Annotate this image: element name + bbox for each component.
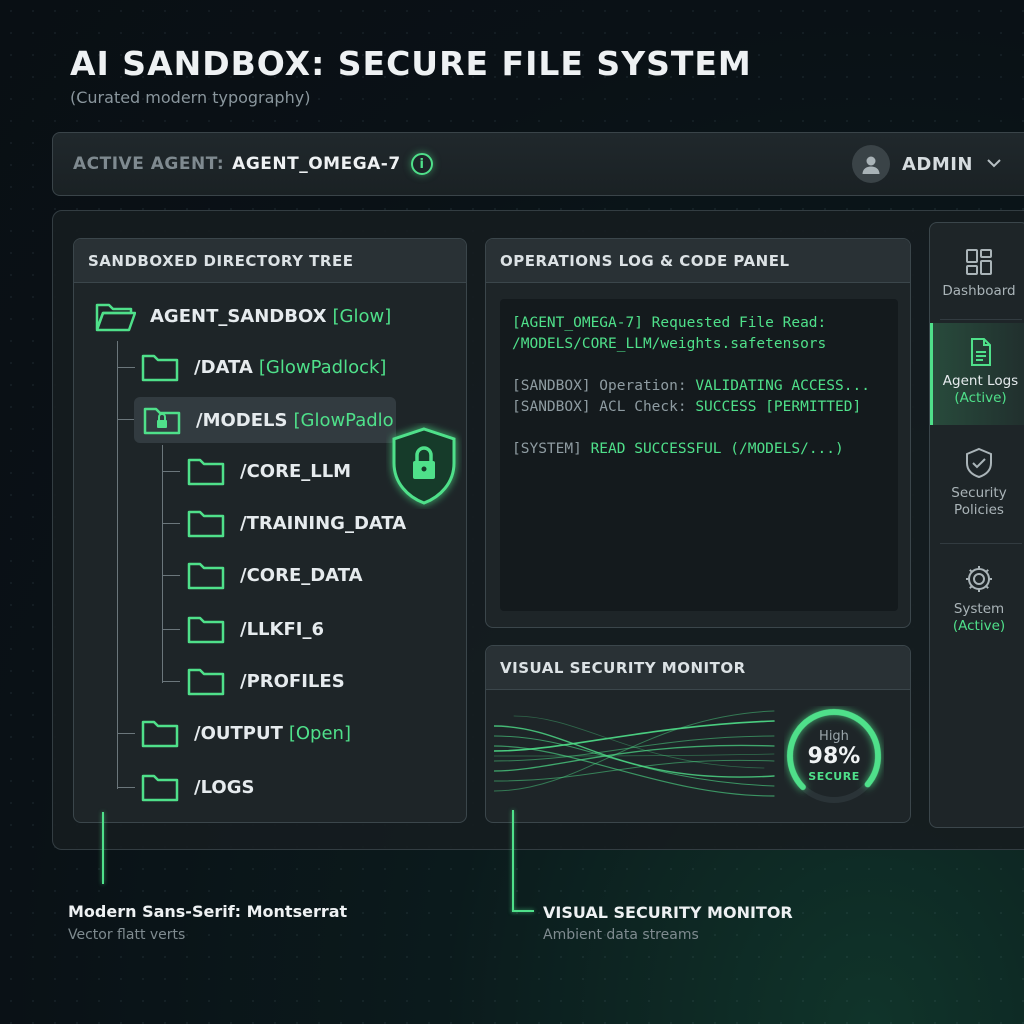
tree-item-profiles[interactable]: /PROFILES bbox=[186, 665, 345, 697]
operations-log-title: OPERATIONS LOG & CODE PANEL bbox=[486, 239, 910, 283]
shield-lock-icon bbox=[392, 427, 456, 505]
security-gauge: High 98% SECURE bbox=[784, 706, 884, 806]
document-icon bbox=[970, 338, 991, 366]
folder-icon bbox=[141, 774, 179, 802]
gauge-value: 98% bbox=[807, 744, 861, 769]
directory-tree: AGENT_SANDBOX [Glow] /DATA [GlowPadlock]… bbox=[74, 283, 466, 822]
tree-item-label: /TRAINING_DATA bbox=[240, 512, 407, 534]
nav-item-dashboard[interactable]: Dashboard bbox=[930, 247, 1024, 300]
folder-icon bbox=[187, 668, 225, 696]
tree-connector bbox=[117, 367, 135, 368]
nav-item-security-policies[interactable]: Security Policies bbox=[930, 447, 1024, 519]
user-menu[interactable]: ADMIN bbox=[851, 145, 1001, 183]
callout-left-title: Modern Sans-Serif: Montserrat bbox=[68, 902, 348, 921]
tree-connector bbox=[162, 523, 180, 524]
gauge-status: SECURE bbox=[808, 770, 860, 783]
page-title: AI SANDBOX: SECURE FILE SYSTEM bbox=[70, 44, 752, 83]
folder-icon bbox=[141, 720, 179, 748]
security-monitor-panel: VISUAL SECURITY MONITOR High 98% SECURE bbox=[485, 645, 911, 823]
tree-connector bbox=[117, 787, 135, 788]
user-label[interactable]: ADMIN bbox=[902, 154, 973, 175]
callout-line-right-elbow bbox=[512, 910, 534, 912]
folder-icon bbox=[187, 562, 225, 590]
callout-right-subtitle: Ambient data streams bbox=[543, 927, 699, 943]
tree-item-logs[interactable]: /LOGS bbox=[140, 771, 254, 803]
callout-line-right bbox=[512, 810, 514, 912]
side-navigation: Dashboard Agent Logs (Active) Security P… bbox=[929, 222, 1024, 828]
tree-item-core-data[interactable]: /CORE_DATA bbox=[186, 559, 363, 591]
tree-connector bbox=[162, 471, 180, 472]
nav-item-label: Dashboard bbox=[942, 283, 1016, 299]
callout-left-subtitle: Vector flatt verts bbox=[68, 927, 186, 943]
log-line: [SANDBOX] Operation: VALIDATING ACCESS..… bbox=[512, 378, 870, 394]
active-agent-name: AGENT_OMEGA-7 bbox=[232, 154, 401, 174]
tree-item-tag: [GlowPadlock] bbox=[258, 356, 387, 378]
data-streams-visual bbox=[494, 710, 775, 797]
tree-item-output[interactable]: /OUTPUT [Open] bbox=[140, 717, 351, 749]
tree-item-core-llm[interactable]: /CORE_LLM bbox=[186, 455, 351, 487]
chevron-down-icon[interactable] bbox=[987, 156, 1001, 172]
callout-right-title: VISUAL SECURITY MONITOR bbox=[543, 903, 793, 922]
nav-item-label: System bbox=[953, 601, 1005, 617]
nav-item-agent-logs[interactable]: Agent Logs (Active) bbox=[930, 323, 1024, 425]
tree-item-label: AGENT_SANDBOX bbox=[150, 305, 327, 327]
tree-item-data[interactable]: /DATA [GlowPadlock] bbox=[140, 351, 386, 383]
shield-check-icon bbox=[966, 447, 992, 479]
tree-item-tag: [GlowPadlo bbox=[293, 409, 394, 431]
folder-icon bbox=[187, 510, 225, 538]
tree-connector bbox=[117, 419, 135, 420]
tree-connector bbox=[162, 575, 180, 576]
tree-item-label: /LOGS bbox=[194, 776, 255, 798]
directory-tree-title: SANDBOXED DIRECTORY TREE bbox=[74, 239, 466, 283]
tree-item-label: /LLKFI_6 bbox=[240, 618, 324, 640]
nav-item-system[interactable]: System (Active) bbox=[930, 563, 1024, 635]
folder-open-icon bbox=[95, 303, 136, 332]
tree-connector bbox=[162, 629, 180, 630]
tree-item-label: /PROFILES bbox=[240, 670, 345, 692]
tree-item-tag: [Open] bbox=[288, 722, 351, 744]
tree-item-models[interactable]: /MODELS [GlowPadlo bbox=[134, 397, 396, 443]
tree-item-label: /CORE_DATA bbox=[240, 564, 363, 586]
tree-item-tag: [Glow] bbox=[332, 305, 392, 327]
tree-item-agent-sandbox[interactable]: AGENT_SANDBOX [Glow] bbox=[94, 299, 391, 333]
security-monitor-title: VISUAL SECURITY MONITOR bbox=[486, 646, 910, 690]
tree-item-llkfi-6[interactable]: /LLKFI_6 bbox=[186, 613, 324, 645]
callout-line-left bbox=[102, 812, 104, 884]
directory-tree-panel: SANDBOXED DIRECTORY TREE AGENT_SANDBOX [… bbox=[73, 238, 467, 823]
user-avatar-icon[interactable] bbox=[851, 145, 890, 183]
folder-lock-icon bbox=[143, 407, 181, 435]
tree-connector bbox=[162, 445, 163, 683]
tree-connector bbox=[162, 681, 180, 682]
tree-item-label: /DATA bbox=[194, 356, 253, 378]
tree-item-label: /MODELS bbox=[196, 409, 288, 431]
log-line: [SANDBOX] ACL Check: SUCCESS [PERMITTED] bbox=[512, 399, 862, 415]
active-agent-label: ACTIVE AGENT: bbox=[73, 154, 225, 174]
gear-icon bbox=[966, 566, 992, 592]
log-line: /MODELS/CORE_LLM/weights.safetensors bbox=[512, 336, 827, 352]
dashboard-icon bbox=[966, 249, 992, 275]
log-line: [SYSTEM] READ SUCCESSFUL (/MODELS/...) bbox=[512, 441, 844, 457]
tree-connector bbox=[117, 733, 135, 734]
tree-item-label: /CORE_LLM bbox=[240, 460, 352, 482]
operations-log-panel: OPERATIONS LOG & CODE PANEL [AGENT_OMEGA… bbox=[485, 238, 911, 628]
nav-item-status: (Active) bbox=[954, 390, 1007, 406]
tree-item-training-data[interactable]: /TRAINING_DATA bbox=[186, 507, 406, 539]
tree-item-label: /OUTPUT bbox=[194, 722, 283, 744]
folder-icon bbox=[141, 354, 179, 382]
page-subtitle: (Curated modern typography) bbox=[70, 88, 311, 107]
log-line: [AGENT_OMEGA-7] Requested File Read: bbox=[512, 315, 827, 331]
code-output: [AGENT_OMEGA-7] Requested File Read: /MO… bbox=[500, 299, 898, 611]
nav-item-label: Agent Logs bbox=[942, 373, 1019, 389]
nav-item-label: Security Policies bbox=[951, 485, 1007, 518]
tree-connector bbox=[117, 341, 118, 789]
gauge-level-label: High bbox=[819, 729, 849, 744]
active-agent-bar: ACTIVE AGENT: AGENT_OMEGA-7 i ADMIN bbox=[52, 132, 1024, 196]
nav-item-status: (Active) bbox=[952, 618, 1006, 634]
info-icon[interactable]: i bbox=[410, 153, 433, 175]
folder-icon bbox=[187, 458, 225, 486]
folder-icon bbox=[187, 616, 225, 644]
